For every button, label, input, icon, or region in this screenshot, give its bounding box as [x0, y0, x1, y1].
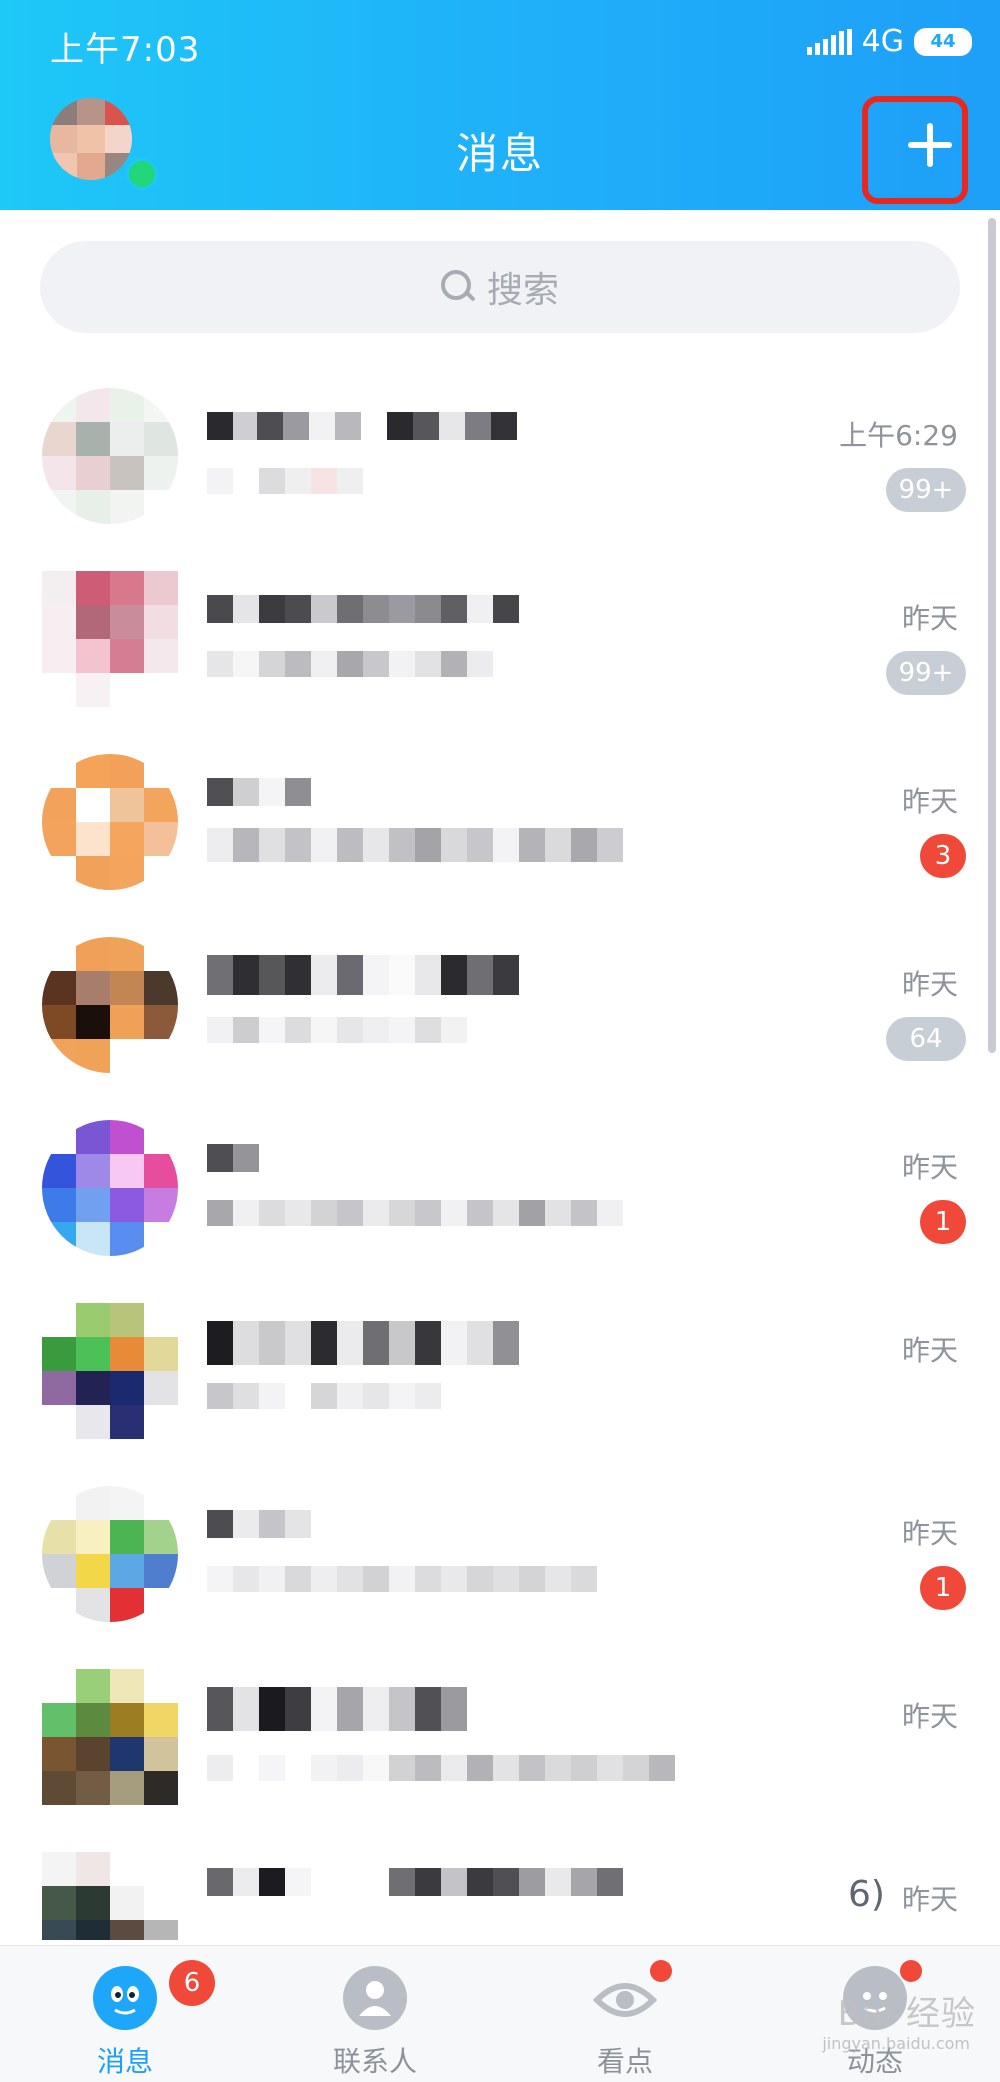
message-pixelated	[207, 1200, 623, 1226]
network-type: 4G	[861, 24, 904, 59]
message-time: 昨天	[901, 785, 958, 818]
message-pixelated	[207, 1017, 467, 1043]
search-placeholder: 搜索	[486, 270, 559, 311]
message-time: 昨天	[901, 602, 958, 635]
message-time: 昨天	[901, 1517, 958, 1550]
top-header: 上午7:03 4G 44 消息	[0, 0, 1000, 210]
message-pixelated	[207, 468, 363, 494]
tab-label: 消息	[96, 2045, 153, 2078]
name-pixelated	[207, 1321, 519, 1365]
message-pixelated	[207, 1566, 597, 1592]
plus-icon[interactable]	[908, 123, 952, 167]
message-pixelated	[207, 1383, 441, 1409]
unread-badge: 3	[920, 834, 966, 878]
conversation-row[interactable]: 昨天 3	[0, 736, 1000, 919]
unread-badge: 99+	[886, 468, 966, 512]
name-pixelated	[207, 1144, 259, 1172]
eye-icon	[592, 1966, 658, 2030]
unread-badge: 1	[920, 1566, 966, 1610]
search-bar[interactable]: 搜索	[40, 241, 960, 333]
name-pixelated	[207, 1510, 311, 1538]
conversation-avatar	[42, 571, 178, 707]
message-time: 昨天	[901, 968, 958, 1001]
battery-level: 44	[930, 31, 956, 52]
name-pixelated	[207, 955, 519, 995]
person-glyph	[345, 1968, 405, 2028]
notification-dot	[650, 1960, 672, 1982]
conversation-list[interactable]: 上午6:29 99+ 昨天 99+ 昨天 3 昨天 64 昨天 1 昨天 昨天 …	[0, 370, 1000, 1940]
qq-penguin-icon	[93, 1966, 157, 2030]
signal-icon	[806, 28, 852, 55]
unread-badge: 64	[886, 1017, 966, 1061]
conversation-row[interactable]: 6) 昨天	[0, 1834, 1000, 1940]
tab-messages[interactable]: 6 消息	[25, 1946, 225, 2082]
name-pixelated	[207, 1868, 623, 1896]
tab-contacts[interactable]: 联系人	[275, 1946, 475, 2082]
battery-icon: 44	[914, 27, 972, 56]
conversation-avatar	[42, 937, 178, 1073]
conversation-avatar	[42, 1852, 178, 1940]
message-time: 昨天	[901, 1883, 958, 1916]
conversation-row[interactable]: 昨天 99+	[0, 553, 1000, 736]
message-time: 昨天	[901, 1700, 958, 1733]
tab-unread-badge: 6	[169, 1960, 215, 2006]
notification-dot	[900, 1960, 922, 1982]
message-time: 昨天	[901, 1151, 958, 1184]
conversation-row[interactable]: 昨天 1	[0, 1468, 1000, 1651]
contact-person-icon	[343, 1966, 407, 2030]
conversation-avatar	[42, 1303, 178, 1439]
name-pixelated	[207, 412, 517, 440]
partial-text: 6)	[848, 1874, 885, 1915]
eye-glyph	[592, 1983, 658, 2017]
conversation-avatar	[42, 1486, 178, 1622]
watermark-logo: Bai 经验	[837, 1994, 976, 2034]
name-pixelated	[207, 1687, 467, 1731]
conversation-row[interactable]: 昨天 64	[0, 919, 1000, 1102]
conversation-row[interactable]: 昨天	[0, 1651, 1000, 1834]
conversation-row[interactable]: 上午6:29 99+	[0, 370, 1000, 553]
status-indicators: 4G 44	[806, 24, 972, 59]
unread-badge: 1	[920, 1200, 966, 1244]
conversation-avatar	[42, 1120, 178, 1256]
tab-discover[interactable]: 看点	[525, 1946, 725, 2082]
name-pixelated	[207, 778, 311, 806]
message-time: 上午6:29	[839, 419, 958, 452]
qq-penguin-glyph	[95, 1968, 155, 2028]
status-time: 上午7:03	[50, 30, 201, 70]
tab-label: 看点	[596, 2045, 653, 2078]
unread-badge: 99+	[886, 651, 966, 695]
message-time: 昨天	[901, 1334, 958, 1367]
message-pixelated	[207, 1755, 675, 1781]
conversation-avatar	[42, 754, 178, 890]
search-icon	[440, 270, 475, 304]
status-bar: 上午7:03 4G 44	[0, 0, 1000, 90]
conversation-avatar	[42, 388, 178, 524]
message-pixelated	[207, 651, 493, 677]
scrollbar[interactable]	[988, 218, 996, 1053]
conversation-avatar	[42, 1669, 178, 1805]
conversation-row[interactable]: 昨天 1	[0, 1102, 1000, 1285]
tab-label: 联系人	[332, 2045, 417, 2078]
message-pixelated	[207, 828, 623, 862]
name-pixelated	[207, 595, 519, 623]
watermark-url: jingyan.baidu.com	[822, 2034, 970, 2053]
conversation-row[interactable]: 昨天	[0, 1285, 1000, 1468]
page-title: 消息	[455, 129, 544, 178]
